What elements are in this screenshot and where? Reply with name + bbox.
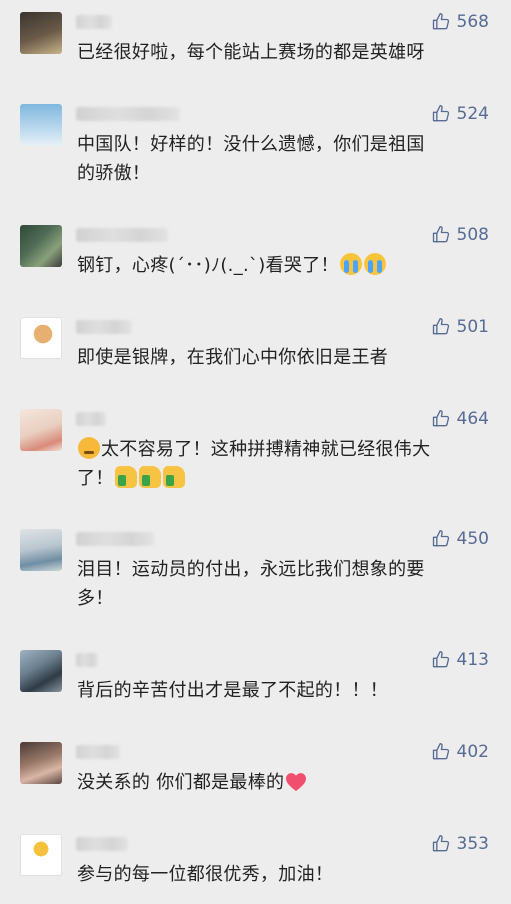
thumbs-up-emoji-icon [162,466,185,488]
like-count: 464 [456,409,489,429]
avatar[interactable] [20,409,62,451]
thumbs-up-outline-icon [432,410,449,427]
username-blurred[interactable] [76,228,168,242]
like-count: 568 [456,12,489,32]
username-blurred[interactable] [76,107,180,121]
like-button[interactable]: 508 [431,225,489,245]
angry-face-emoji-icon [78,437,100,459]
username-blurred[interactable] [76,745,120,759]
username-blurred[interactable] [76,837,128,851]
avatar[interactable] [20,317,62,359]
thumbs-up-outline-icon [432,318,449,335]
thumbs-up-outline-icon [432,105,449,122]
comment-text: 泪目！运动员的付出，永远比我们想象的要 多！ [77,559,425,609]
like-button[interactable]: 568 [431,12,489,32]
avatar[interactable] [20,225,62,267]
comment-text: 钢钉，心疼(´･･)ﾉ(._.`)看哭了！ [77,251,487,280]
thumbs-up-outline-icon [432,13,449,30]
comment-text: 没关系的 你们都是最棒的 [77,768,487,797]
avatar[interactable] [20,742,62,784]
like-count: 413 [456,650,489,670]
comment-text: 已经很好啦，每个能站上赛场的都是英雄呀 [77,42,425,63]
like-button[interactable]: 413 [431,650,489,670]
comment-text: 参与的每一位都很优秀，加油！ [77,864,334,885]
like-button[interactable]: 501 [431,317,489,337]
like-count: 402 [456,742,489,762]
like-button[interactable]: 450 [431,529,489,549]
like-button[interactable]: 524 [431,104,489,124]
like-count: 501 [456,317,489,337]
avatar[interactable] [20,650,62,692]
username-blurred[interactable] [76,532,154,546]
thumbs-up-emoji-icon [114,466,137,488]
avatar[interactable] [20,529,62,571]
comment-text: 背后的辛苦付出才是最了不起的！！！ [77,680,389,701]
username-blurred[interactable] [76,15,112,29]
comment-text: 即使是银牌，在我们心中你依旧是王者 [77,347,389,368]
loudly-crying-emoji-icon [339,253,362,275]
thumbs-up-emoji-icon [138,466,161,488]
loudly-crying-emoji-icon [363,253,386,275]
username-blurred[interactable] [76,412,106,426]
like-button[interactable]: 464 [431,409,489,429]
thumbs-up-outline-icon [432,530,449,547]
username-blurred[interactable] [76,320,132,334]
like-count: 353 [456,834,489,854]
thumbs-up-outline-icon [432,226,449,243]
comment-text: 太不容易了！这种拼搏精神就已经很伟大 了！ [77,437,431,489]
like-button[interactable]: 353 [431,834,489,854]
like-count: 450 [456,529,489,549]
avatar[interactable] [20,834,62,876]
avatar[interactable] [20,104,62,146]
heart-emoji-icon [285,772,307,792]
thumbs-up-outline-icon [432,835,449,852]
username-blurred[interactable] [76,653,98,667]
like-count: 508 [456,225,489,245]
thumbs-up-outline-icon [432,651,449,668]
like-count: 524 [456,104,489,124]
avatar[interactable] [20,12,62,54]
comment-text: 中国队！好样的！没什么遗憾，你们是祖国 的骄傲！ [77,134,425,184]
thumbs-up-outline-icon [432,743,449,760]
like-button[interactable]: 402 [431,742,489,762]
